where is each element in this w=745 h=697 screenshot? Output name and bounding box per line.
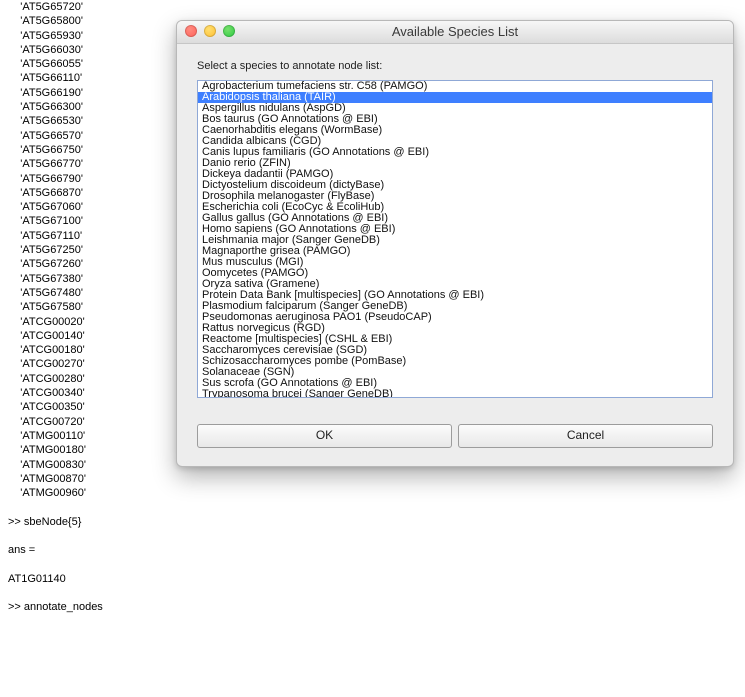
cancel-button[interactable]: Cancel: [458, 424, 713, 448]
terminal-output: 'AT5G65720' 'AT5G65800' 'AT5G65930' 'AT5…: [8, 0, 103, 615]
dialog-titlebar: Available Species List: [177, 21, 733, 44]
window-controls: [185, 25, 235, 37]
species-dialog: Available Species List Select a species …: [176, 20, 734, 467]
species-listbox[interactable]: Agrobacterium tumefaciens str. C58 (PAMG…: [197, 80, 713, 398]
maximize-icon[interactable]: [223, 25, 235, 37]
species-item[interactable]: Trypanosoma brucei (Sanger GeneDB): [198, 389, 712, 398]
instruction-label: Select a species to annotate node list:: [197, 60, 713, 72]
dialog-title: Available Species List: [392, 24, 518, 39]
button-row: OK Cancel: [197, 424, 713, 448]
ok-button[interactable]: OK: [197, 424, 452, 448]
dialog-body: Select a species to annotate node list: …: [177, 44, 733, 466]
close-icon[interactable]: [185, 25, 197, 37]
minimize-icon[interactable]: [204, 25, 216, 37]
